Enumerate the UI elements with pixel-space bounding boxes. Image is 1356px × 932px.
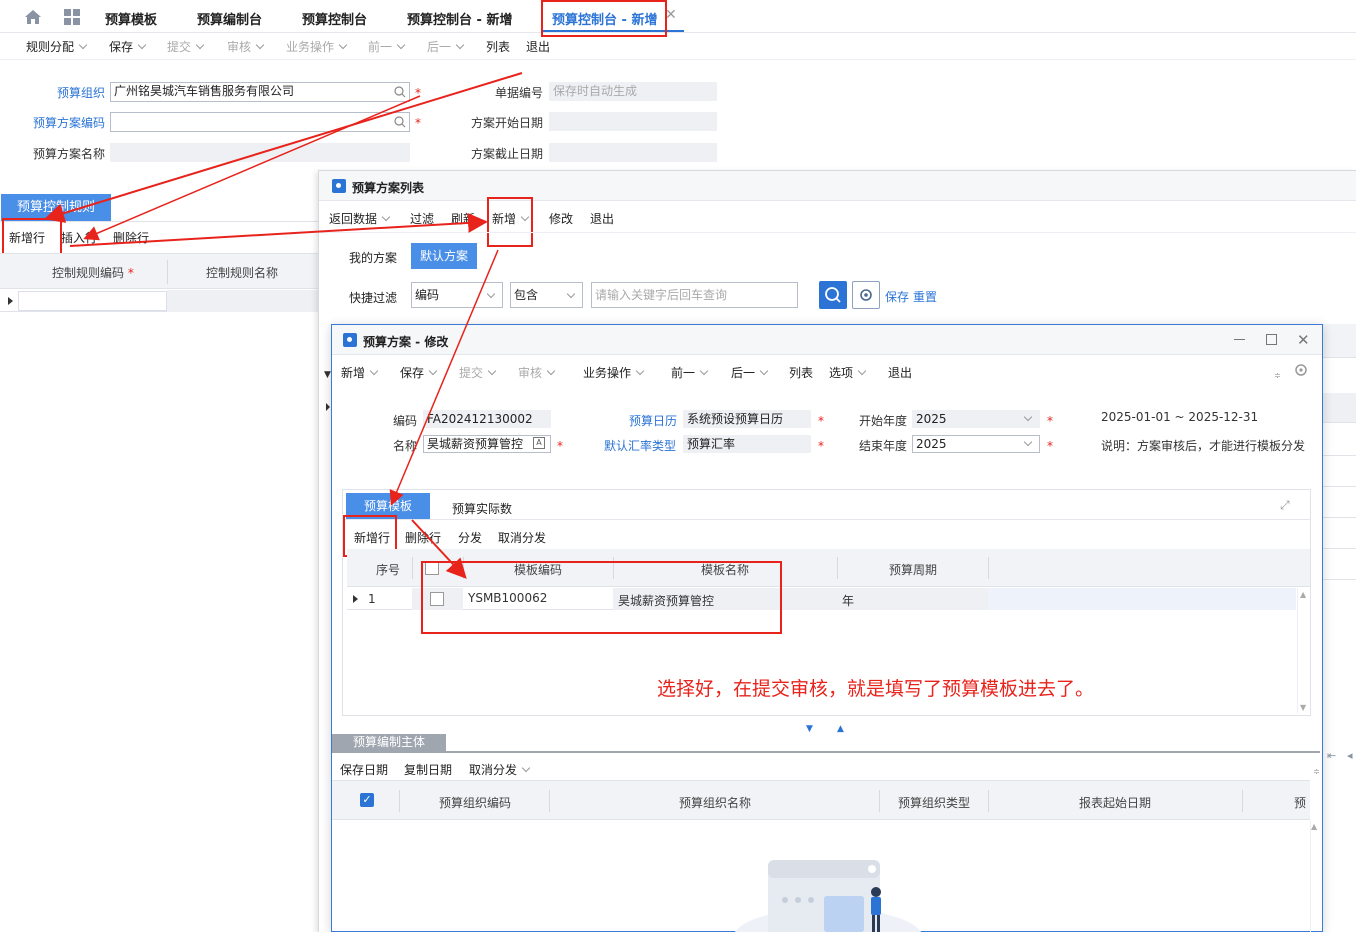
annotation-arrows bbox=[44, 72, 523, 579]
